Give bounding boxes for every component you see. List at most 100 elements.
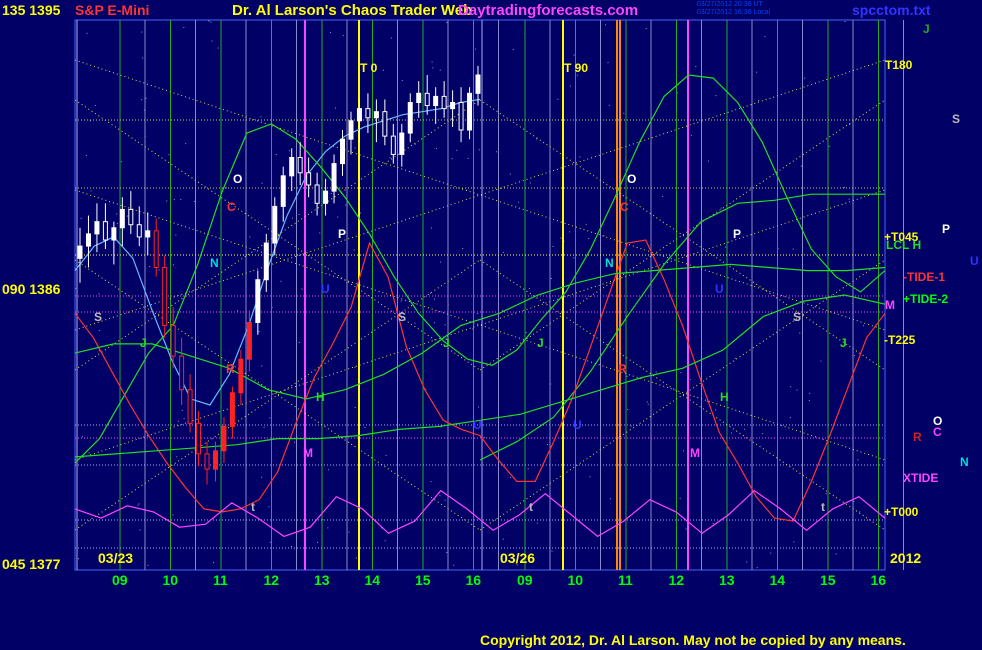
price-bar-body bbox=[85, 233, 91, 247]
price-bar-body bbox=[111, 227, 117, 241]
star-dot bbox=[414, 322, 416, 324]
star-dot bbox=[820, 360, 822, 362]
marker-c: C bbox=[620, 200, 629, 214]
star-dot bbox=[237, 310, 239, 312]
star-dot bbox=[528, 287, 530, 289]
star-dot bbox=[345, 204, 347, 206]
star-dot bbox=[731, 432, 733, 434]
marker-t-1: t bbox=[251, 500, 255, 514]
star-dot bbox=[400, 300, 402, 302]
price-bar-body bbox=[77, 245, 83, 259]
marker-n-left: N bbox=[210, 256, 219, 270]
star-dot bbox=[90, 190, 92, 192]
series-line bbox=[74, 239, 886, 522]
marker-u-2: U bbox=[573, 418, 582, 432]
star-dot bbox=[623, 112, 625, 114]
star-dot bbox=[327, 527, 329, 529]
star-dot bbox=[764, 35, 766, 37]
page-title: Dr. Al Larson's Chaos Trader Web bbox=[232, 2, 473, 19]
marker-t-2: t bbox=[529, 500, 533, 514]
star-dot bbox=[359, 212, 361, 214]
price-bar-body bbox=[365, 108, 371, 119]
star-dot bbox=[439, 495, 441, 497]
price-bar-body bbox=[450, 102, 456, 110]
series-line bbox=[74, 74, 886, 464]
star-dot bbox=[475, 48, 477, 50]
price-bar-body bbox=[263, 242, 269, 281]
star-dot bbox=[536, 522, 538, 524]
star-dot bbox=[166, 200, 168, 202]
star-dot bbox=[799, 332, 801, 334]
star-dot bbox=[509, 173, 511, 175]
star-dot bbox=[141, 31, 143, 33]
star-dot bbox=[725, 246, 727, 248]
star-dot bbox=[502, 309, 504, 311]
price-bar-body bbox=[136, 224, 142, 238]
marker-t90: T 90 bbox=[564, 61, 589, 75]
star-dot bbox=[431, 227, 433, 229]
marker-o-left: O bbox=[233, 172, 243, 186]
star-dot bbox=[849, 124, 851, 126]
star-dot bbox=[646, 401, 648, 403]
price-bar-body bbox=[475, 74, 481, 94]
star-dot bbox=[794, 209, 796, 211]
star-dot bbox=[512, 48, 514, 50]
star-dot bbox=[510, 476, 512, 478]
star-dot bbox=[712, 523, 714, 525]
star-dot bbox=[142, 57, 144, 59]
right-label-u: U bbox=[970, 254, 979, 268]
star-dot bbox=[715, 95, 717, 97]
star-dot bbox=[261, 365, 263, 367]
session-date-right: 03/26 bbox=[500, 550, 536, 566]
star-dot bbox=[355, 557, 357, 559]
star-dot bbox=[298, 213, 300, 215]
star-dot bbox=[330, 31, 332, 33]
price-bar-body bbox=[331, 163, 337, 192]
star-dot bbox=[354, 407, 356, 409]
star-dot bbox=[434, 298, 435, 300]
marker-h: H bbox=[720, 390, 729, 404]
hour-tick-label: 14 bbox=[769, 572, 786, 588]
star-dot bbox=[291, 546, 293, 548]
star-dot bbox=[800, 165, 802, 167]
star-dot bbox=[78, 558, 80, 560]
price-bar-body bbox=[424, 92, 430, 107]
star-dot bbox=[557, 98, 559, 100]
trend-line bbox=[479, 99, 886, 371]
star-dot bbox=[689, 379, 691, 381]
trend-line bbox=[74, 259, 481, 531]
trend-line bbox=[74, 99, 481, 371]
price-bar-body bbox=[187, 389, 193, 424]
star-dot bbox=[141, 99, 143, 101]
price-bar-body bbox=[297, 157, 303, 174]
marker-r: R bbox=[618, 362, 627, 376]
series-line bbox=[74, 263, 886, 400]
star-dot bbox=[685, 528, 687, 530]
star-dot bbox=[825, 493, 827, 495]
star-dot bbox=[608, 104, 610, 106]
star-dot bbox=[569, 85, 571, 87]
marker-h-left: H bbox=[316, 390, 325, 404]
star-dot bbox=[607, 62, 609, 64]
price-bar-body bbox=[373, 111, 379, 119]
star-dot bbox=[762, 433, 764, 435]
price-bar-body bbox=[221, 425, 227, 452]
marker-m: M bbox=[690, 446, 700, 460]
star-dot bbox=[579, 156, 581, 158]
star-dot bbox=[440, 261, 442, 263]
star-dot bbox=[172, 264, 174, 266]
star-dot bbox=[715, 409, 717, 411]
star-dot bbox=[210, 21, 212, 23]
star-dot bbox=[431, 61, 433, 63]
star-dot bbox=[630, 425, 632, 427]
price-bar-body bbox=[289, 157, 295, 177]
star-dot bbox=[435, 147, 437, 149]
timestamp-ut: 03/27/2012 20:36 UT bbox=[697, 1, 763, 8]
site-link[interactable]: Daytradingforecasts.com bbox=[458, 2, 638, 19]
right-label-lcl-h: LCL H bbox=[886, 238, 922, 252]
star-dot bbox=[385, 454, 387, 456]
star-dot bbox=[168, 154, 170, 156]
star-dot bbox=[770, 552, 772, 554]
star-dot bbox=[804, 77, 806, 79]
star-dot bbox=[467, 157, 469, 159]
